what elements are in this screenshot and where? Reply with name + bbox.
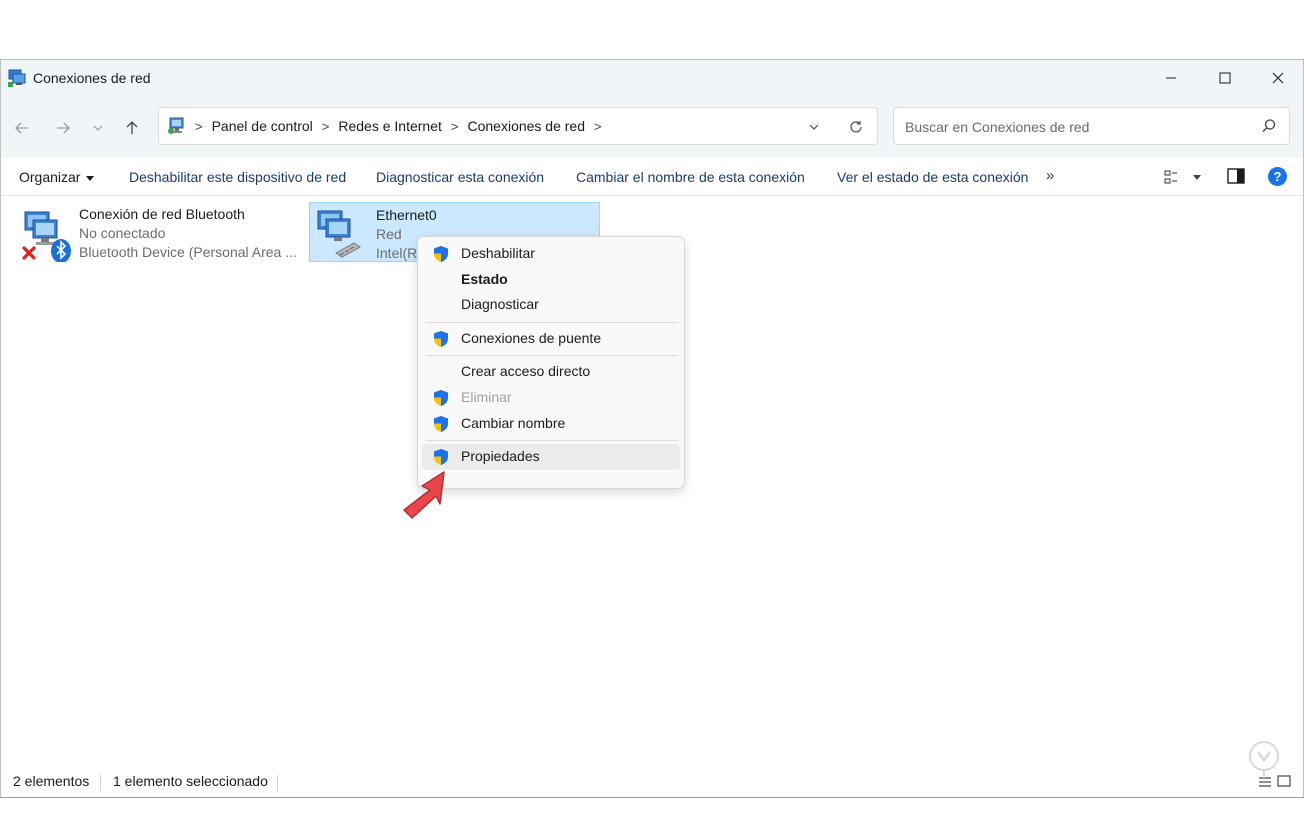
menu-separator xyxy=(426,355,678,356)
breadcrumb-separator-icon: > xyxy=(321,118,330,134)
watermark-logo-icon xyxy=(1249,741,1279,778)
menu-item-label: Cambiar nombre xyxy=(461,415,566,431)
command-bar: Organizar Deshabilitar este dispositivo … xyxy=(1,158,1303,196)
breadcrumb-separator-icon[interactable]: > xyxy=(594,119,602,134)
search-icon xyxy=(1262,119,1276,133)
status-divider xyxy=(277,775,278,791)
menu-item-label: Conexiones de puente xyxy=(461,330,602,346)
refresh-button[interactable] xyxy=(845,117,867,137)
menu-item-cambiar-nombre[interactable]: Cambiar nombre xyxy=(422,411,680,437)
item-status: No conectado xyxy=(79,225,166,241)
breadcrumb-conexiones-de-red[interactable]: Conexiones de red xyxy=(467,118,585,134)
organize-button[interactable]: Organizar xyxy=(19,169,95,185)
menu-item-label: Eliminar xyxy=(461,389,512,405)
minimize-icon xyxy=(1166,77,1176,79)
network-adapter-icon xyxy=(317,210,361,258)
address-bar[interactable]: > Panel de control > Redes e Internet > … xyxy=(158,107,878,145)
search-input[interactable] xyxy=(903,116,1247,138)
arrow-right-icon xyxy=(57,122,70,134)
menu-separator xyxy=(426,440,678,441)
uac-shield-icon xyxy=(434,246,448,262)
caret-down-icon xyxy=(86,175,95,181)
connection-item-bluetooth[interactable]: Conexión de red Bluetooth No conectado B… xyxy=(13,202,303,262)
chevron-down-icon xyxy=(809,124,819,130)
network-adapter-icon xyxy=(22,211,71,262)
view-status-button[interactable]: Ver el estado de esta conexión xyxy=(837,169,1028,185)
status-bar: 2 elementos 1 elemento seleccionado xyxy=(1,767,1303,797)
refresh-icon xyxy=(850,121,862,133)
preview-pane-icon[interactable] xyxy=(1227,168,1245,184)
status-divider xyxy=(100,775,101,791)
uac-shield-icon xyxy=(434,416,448,432)
disable-device-button[interactable]: Deshabilitar este dispositivo de red xyxy=(129,169,346,185)
item-text: Conexión de red Bluetooth No conectado B… xyxy=(79,205,297,262)
uac-shield-icon xyxy=(434,331,448,347)
control-panel-icon xyxy=(168,117,184,134)
breadcrumb-separator-icon: > xyxy=(450,118,459,134)
item-name: Ethernet0 xyxy=(376,207,437,223)
search-box[interactable] xyxy=(893,107,1290,145)
menu-item-propiedades[interactable]: Propiedades xyxy=(422,444,680,470)
close-icon xyxy=(1272,72,1284,84)
menu-item-diagnosticar[interactable]: Diagnosticar xyxy=(422,292,680,318)
arrow-up-icon xyxy=(126,121,138,134)
menu-item-crear-acceso-directo[interactable]: Crear acceso directo xyxy=(422,359,680,385)
item-name: Conexión de red Bluetooth xyxy=(79,206,245,222)
more-commands-button[interactable]: » xyxy=(1046,167,1054,184)
rename-connection-button[interactable]: Cambiar el nombre de esta conexión xyxy=(576,169,805,185)
maximize-icon xyxy=(1219,72,1231,84)
close-button[interactable] xyxy=(1251,60,1304,96)
uac-shield-icon xyxy=(434,390,448,406)
uac-shield-icon xyxy=(434,449,448,465)
address-row: > Panel de control > Redes e Internet > … xyxy=(1,96,1303,158)
minimize-button[interactable] xyxy=(1144,60,1198,96)
breadcrumb-redes-e-internet[interactable]: Redes e Internet xyxy=(338,118,442,134)
disconnected-x-icon xyxy=(22,246,36,260)
menu-item-label: Crear acceso directo xyxy=(461,363,591,379)
address-history-button[interactable] xyxy=(804,117,824,137)
menu-item-estado[interactable]: Estado xyxy=(422,267,680,293)
recent-locations-button[interactable] xyxy=(86,116,110,140)
forward-button[interactable] xyxy=(51,116,75,140)
arrow-left-icon xyxy=(15,122,28,134)
menu-item-eliminar: Eliminar xyxy=(422,385,680,411)
menu-item-label: Deshabilitar xyxy=(461,245,535,261)
window-title: Conexiones de red xyxy=(33,70,151,86)
selection-count: 1 elemento seleccionado xyxy=(113,773,268,789)
menu-item-conexiones-de-puente[interactable]: Conexiones de puente xyxy=(422,326,680,352)
maximize-button[interactable] xyxy=(1198,60,1252,96)
organize-label: Organizar xyxy=(19,169,81,185)
menu-item-label: Propiedades xyxy=(461,448,540,464)
chevron-down-icon xyxy=(93,125,103,131)
back-button[interactable] xyxy=(10,116,34,140)
up-button[interactable] xyxy=(120,116,144,140)
diagnose-connection-button[interactable]: Diagnosticar esta conexión xyxy=(376,169,544,185)
item-device: Bluetooth Device (Personal Area ... xyxy=(79,244,297,260)
breadcrumb-separator-icon: > xyxy=(195,118,203,134)
menu-item-label: Estado xyxy=(461,271,508,287)
change-view-button[interactable] xyxy=(1163,168,1205,186)
item-count: 2 elementos xyxy=(13,773,90,789)
menu-item-label: Diagnosticar xyxy=(461,296,539,312)
network-connections-app-icon xyxy=(8,69,26,87)
menu-item-deshabilitar[interactable]: Deshabilitar xyxy=(422,241,680,267)
context-menu: Deshabilitar Estado Diagnosticar Conexio… xyxy=(417,236,685,489)
breadcrumb-panel-de-control[interactable]: Panel de control xyxy=(212,118,313,134)
title-bar: Conexiones de red xyxy=(1,60,1303,96)
help-button[interactable]: ? xyxy=(1268,167,1287,186)
menu-separator xyxy=(426,322,678,323)
annotation-arrow-icon xyxy=(403,471,445,519)
breadcrumb: > Panel de control > Redes e Internet > … xyxy=(195,118,611,134)
